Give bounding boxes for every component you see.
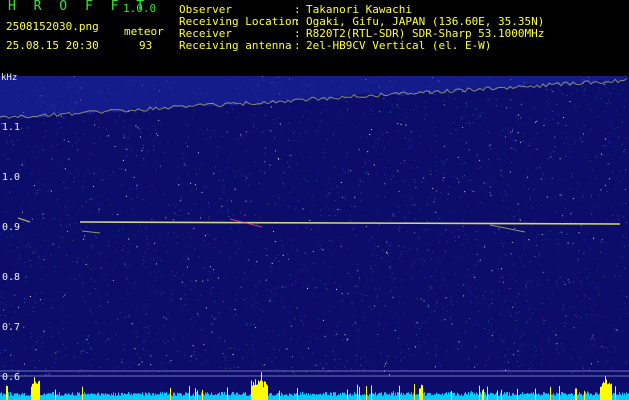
spectrogram-canvas	[0, 76, 629, 400]
antenna-label: Receiving antenna	[179, 39, 292, 52]
y-tick-label: 1.0	[2, 172, 21, 183]
header-panel: H R O F F T 1.0.0 2508152030.png 25.08.1…	[0, 0, 629, 74]
antenna-value: 2el-HB9CV Vertical (el. E-W)	[306, 39, 492, 52]
app-version: 1.0.0	[123, 2, 157, 15]
meteor-label: meteor	[124, 25, 164, 38]
timestamp: 25.08.15 20:30	[6, 39, 99, 52]
meteor-echo	[489, 224, 526, 233]
y-tick-label: 1.1	[2, 122, 21, 133]
antenna-sep: :	[294, 39, 301, 52]
y-tick-label: 0.6	[2, 372, 21, 383]
meteor-echo	[79, 221, 621, 225]
meteor-echo	[81, 230, 101, 234]
noise-speckles	[0, 76, 629, 377]
spectrogram-waterfall	[0, 76, 629, 400]
y-unit-label: kHz	[1, 73, 18, 83]
meteor-count: 93	[139, 39, 153, 52]
file-name: 2508152030.png	[6, 20, 99, 33]
y-tick-label: 0.8	[2, 272, 21, 283]
y-tick-label: 0.9	[2, 222, 21, 233]
y-tick-label: 0.7	[2, 322, 21, 333]
